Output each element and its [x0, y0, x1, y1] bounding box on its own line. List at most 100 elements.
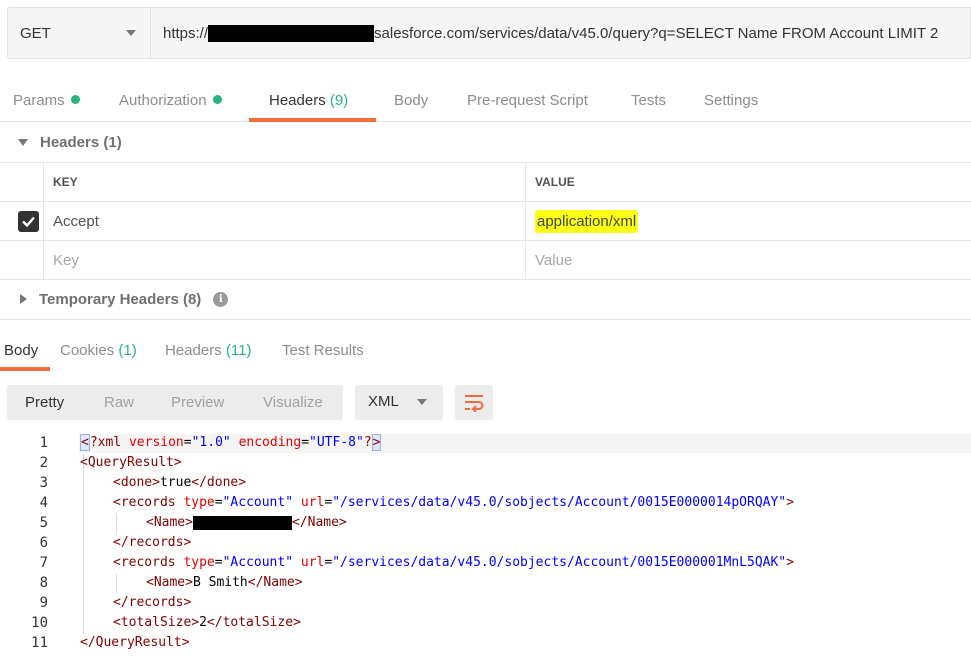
line-number: 1	[39, 435, 48, 451]
code-line: 6 </records>	[0, 534, 971, 554]
tab-response-headers-label: Headers	[165, 342, 222, 359]
key-column-header: KEY	[53, 175, 78, 189]
chevron-down-icon	[126, 30, 136, 36]
line-number: 5	[39, 515, 48, 531]
enabled-checkbox[interactable]	[18, 211, 39, 232]
code-text: </records>	[113, 535, 192, 550]
code-line: 8 <Name>B Smith</Name>	[0, 574, 971, 594]
key-column-header-cell: KEY	[44, 163, 526, 201]
code-text: <QueryResult>	[80, 455, 182, 470]
headers-table: KEY VALUE Accept application/xml Key Val…	[0, 163, 971, 280]
mode-pretty[interactable]: Pretty	[25, 394, 64, 411]
tab-body[interactable]: Body	[394, 92, 428, 109]
method-select[interactable]: GET	[7, 7, 150, 59]
method-label: GET	[20, 24, 51, 42]
mode-raw[interactable]: Raw	[104, 394, 134, 411]
chevron-down-icon	[417, 399, 427, 405]
redacted-block	[192, 515, 292, 530]
info-icon[interactable]: i	[213, 291, 229, 307]
tab-headers[interactable]: Headers (9)	[269, 92, 348, 109]
check-column-header	[0, 163, 44, 201]
code-line: 4 <records type="Account" url="/services…	[0, 494, 971, 514]
tab-pre-request-script[interactable]: Pre-request Script	[467, 92, 588, 109]
code-text: </QueryResult>	[80, 635, 190, 650]
value-column-header: VALUE	[535, 175, 575, 189]
code-text: <done>true</done>	[113, 475, 247, 490]
headers-section-toggle[interactable]: Headers (1)	[0, 122, 971, 163]
wrap-lines-button[interactable]	[455, 385, 493, 420]
tab-headers-count: (9)	[329, 92, 349, 109]
temporary-headers-title: Temporary Headers (8)	[39, 290, 202, 308]
key-placeholder: Key	[53, 251, 79, 269]
code-text: <totalSize>2</totalSize>	[113, 615, 301, 630]
redacted-block	[208, 24, 375, 42]
line-number: 3	[39, 475, 48, 491]
url-suffix: salesforce.com/services/data/v45.0/query…	[374, 24, 939, 42]
line-number: 7	[39, 555, 48, 571]
code-text: <Name>B Smith</Name>	[146, 575, 303, 590]
table-header-row: KEY VALUE	[0, 163, 971, 202]
tab-params-label: Params	[13, 92, 65, 109]
wrap-lines-icon	[465, 395, 484, 412]
code-line: 2 <QueryResult>	[0, 454, 971, 474]
response-code-view[interactable]: 1 <?xml version="1.0" encoding="UTF-8"?>…	[0, 434, 971, 666]
url-input[interactable]: https:// salesforce.com/services/data/v4…	[150, 7, 971, 59]
format-select[interactable]: XML	[355, 385, 443, 420]
tab-headers-label: Headers	[269, 92, 326, 109]
code-text: <records type="Account" url="/services/d…	[113, 555, 794, 570]
header-key-field[interactable]: Accept	[44, 202, 526, 240]
temporary-headers-toggle[interactable]: Temporary Headers (8) i	[0, 279, 971, 320]
code-line: 10 <totalSize>2</totalSize>	[0, 614, 971, 634]
tab-response-headers-count: (11)	[225, 342, 252, 359]
mode-preview[interactable]: Preview	[171, 394, 224, 411]
value-column-header-cell: VALUE	[526, 163, 971, 201]
checkmark-icon	[22, 216, 35, 228]
line-number: 8	[39, 575, 48, 591]
tab-authorization[interactable]: Authorization	[119, 92, 222, 109]
request-bar: GET https:// salesforce.com/services/dat…	[7, 7, 971, 59]
new-value-field[interactable]: Value	[526, 241, 971, 279]
tab-cookies[interactable]: Cookies (1)	[60, 342, 137, 359]
line-number: 11	[31, 635, 48, 651]
line-number: 2	[39, 455, 48, 471]
line-number: 9	[39, 595, 48, 611]
caret-right-icon	[20, 294, 27, 304]
request-tabs: Params Authorization Headers (9) Body Pr…	[0, 80, 971, 122]
header-value-text: application/xml	[535, 209, 639, 233]
header-key-text: Accept	[53, 212, 99, 230]
line-number: 10	[31, 615, 48, 631]
row-check-cell	[0, 202, 44, 240]
status-dot-icon	[212, 95, 222, 104]
tab-cookies-count: (1)	[118, 342, 137, 359]
code-line: 9 </records>	[0, 594, 971, 614]
row-check-cell	[0, 241, 44, 279]
line-number: 4	[39, 495, 48, 511]
tab-settings[interactable]: Settings	[704, 92, 758, 109]
format-label: XML	[368, 393, 399, 410]
view-mode-segmented-control: Pretty Raw Preview Visualize	[7, 385, 343, 420]
mode-visualize[interactable]: Visualize	[263, 394, 323, 411]
caret-down-icon	[18, 138, 28, 146]
tab-authorization-label: Authorization	[119, 92, 207, 109]
code-line: 5 <Name> </Name>	[0, 514, 971, 534]
tab-response-headers[interactable]: Headers (11)	[165, 342, 251, 359]
tab-test-results[interactable]: Test Results	[282, 342, 364, 359]
code-line: 7 <records type="Account" url="/services…	[0, 554, 971, 574]
code-line: 1 <?xml version="1.0" encoding="UTF-8"?>	[0, 434, 971, 454]
code-text: <records type="Account" url="/services/d…	[113, 495, 794, 510]
response-tabs: Body Cookies (1) Headers (11) Test Resul…	[0, 330, 971, 371]
code-text: <Name> </Name>	[146, 515, 347, 530]
table-row: Accept application/xml	[0, 202, 971, 241]
code-line: 3 <done>true</done>	[0, 474, 971, 494]
tab-response-body[interactable]: Body	[4, 342, 38, 359]
tab-params[interactable]: Params	[13, 92, 80, 109]
code-text: </records>	[113, 595, 192, 610]
code-line: 11 </QueryResult>	[0, 634, 971, 654]
value-placeholder: Value	[535, 251, 573, 269]
line-number: 6	[39, 535, 48, 551]
new-key-field[interactable]: Key	[44, 241, 526, 279]
headers-section-title: Headers (1)	[40, 133, 122, 151]
tab-tests[interactable]: Tests	[631, 92, 666, 109]
status-dot-icon	[70, 95, 80, 104]
header-value-field[interactable]: application/xml	[526, 202, 971, 240]
